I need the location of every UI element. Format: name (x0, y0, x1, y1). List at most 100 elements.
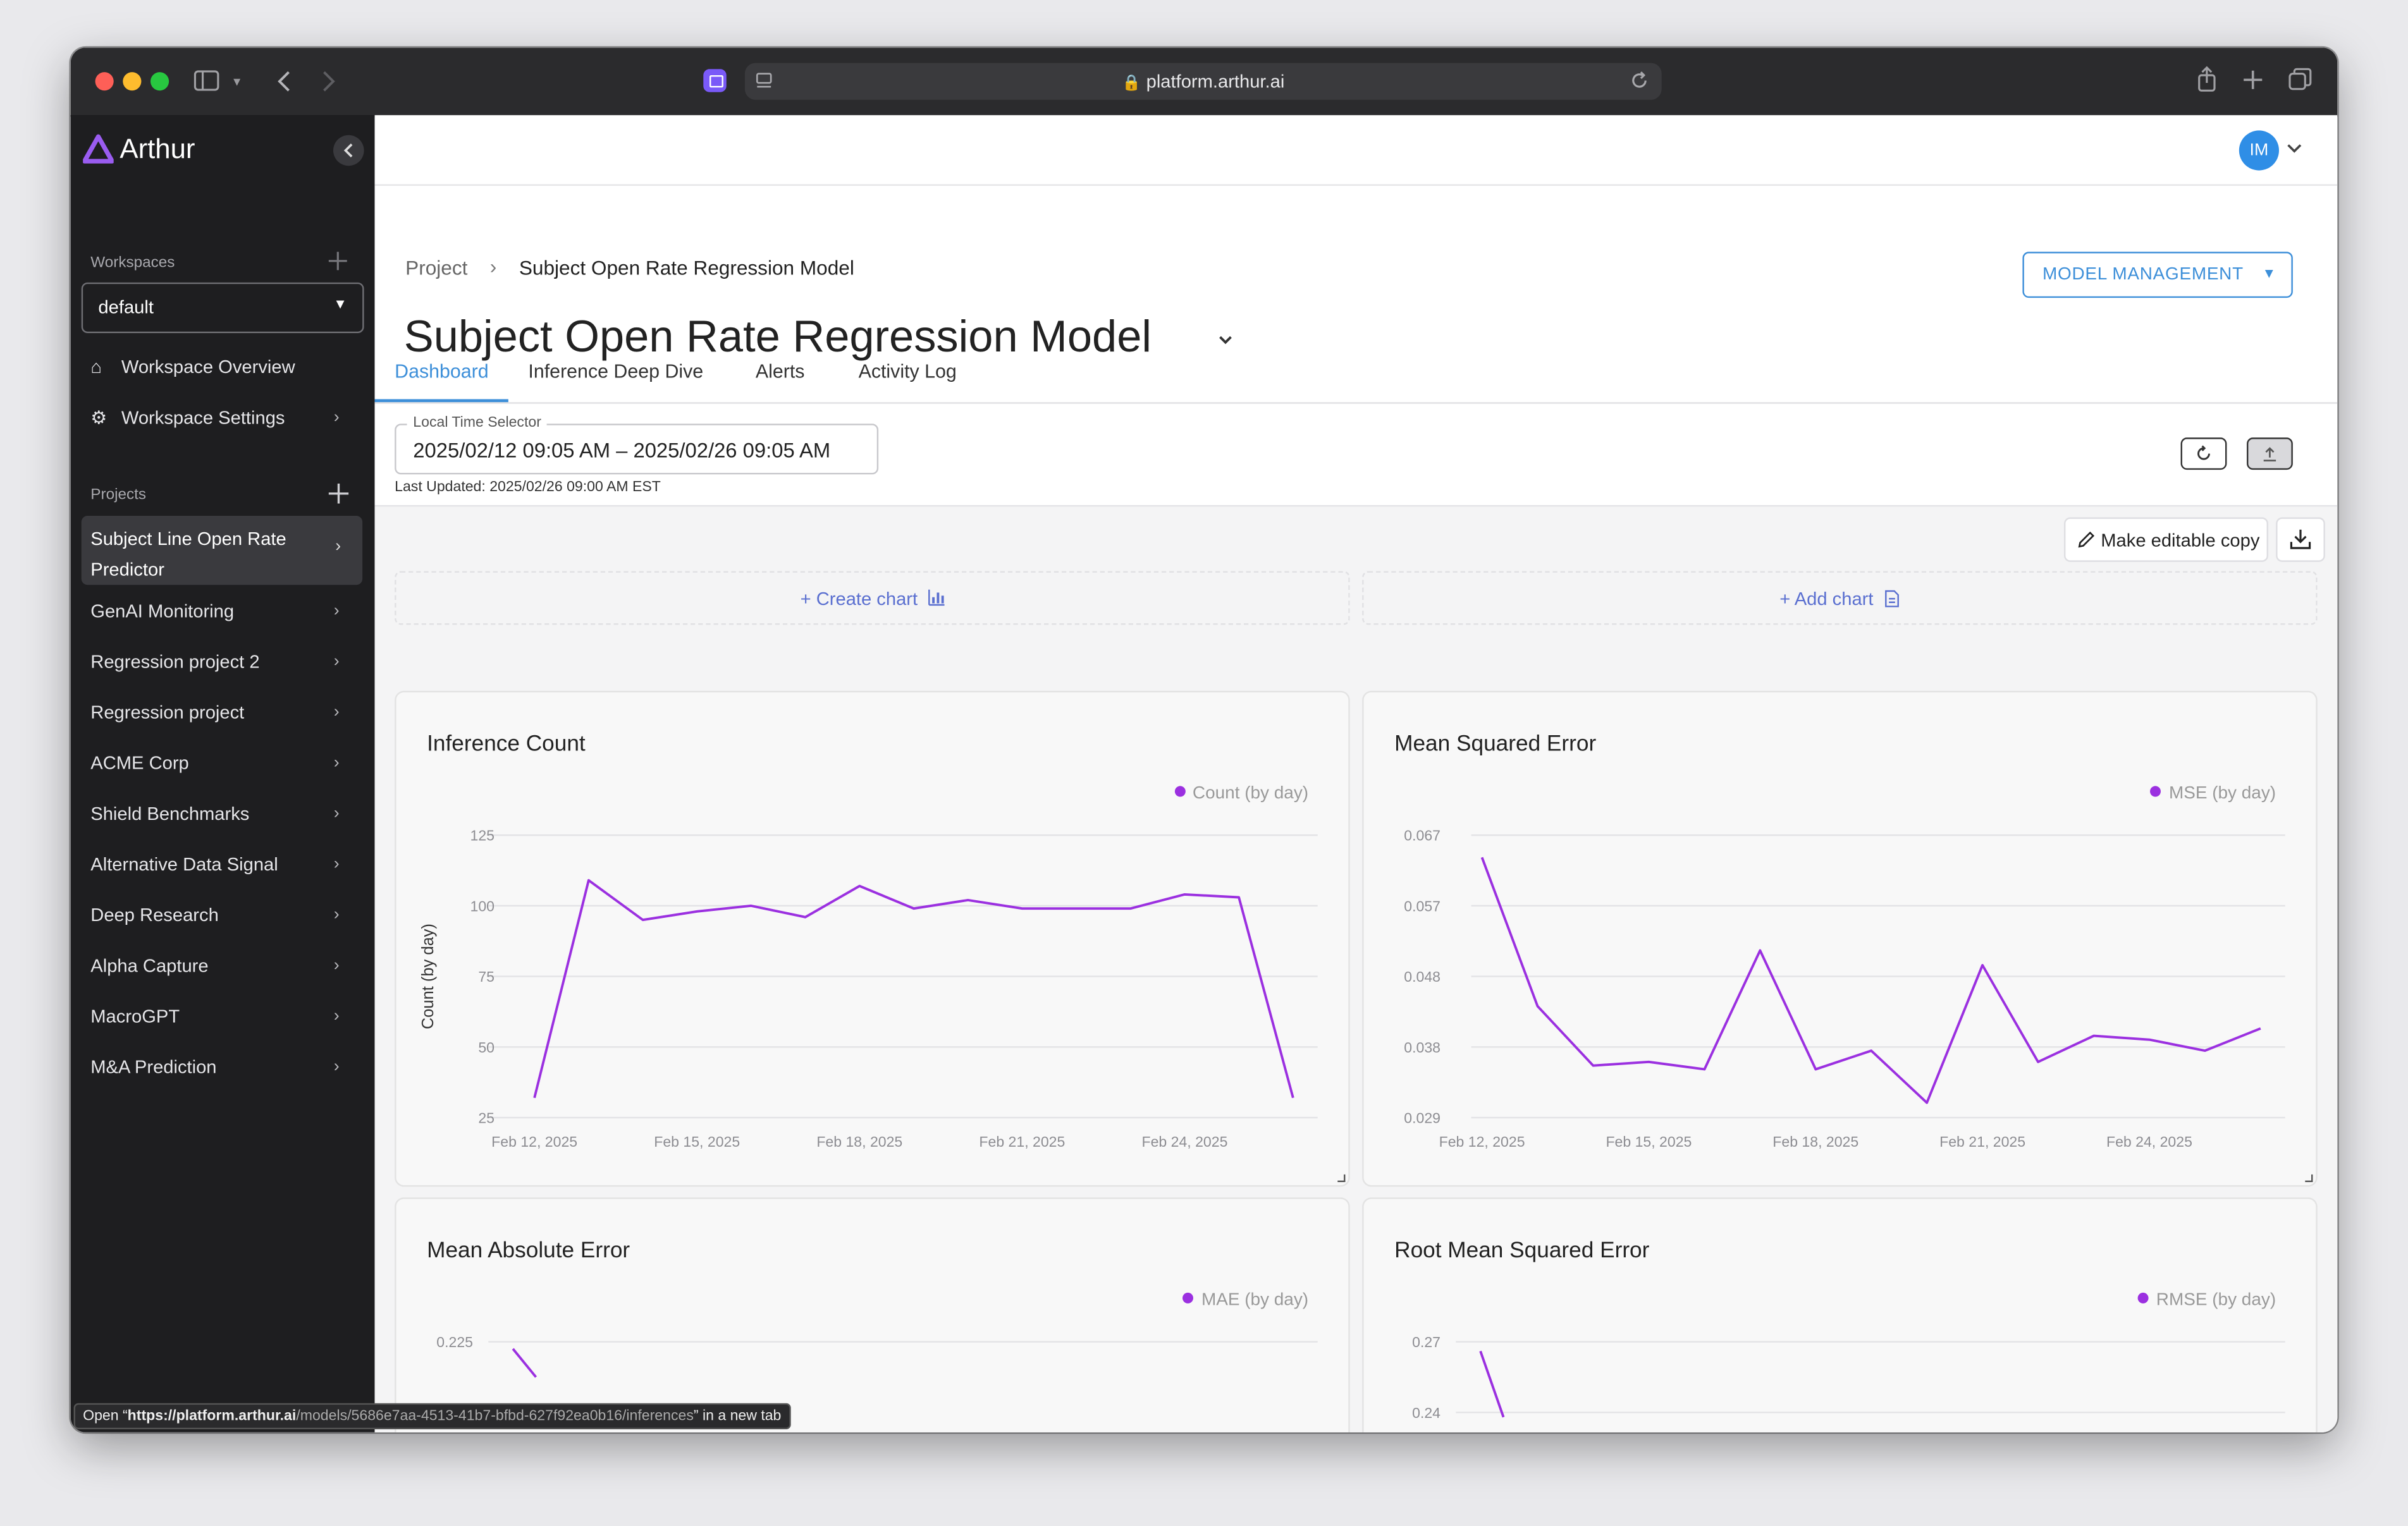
download-button[interactable] (2276, 517, 2325, 562)
lock-icon: 🔒 (1122, 75, 1141, 92)
model-management-label: MODEL MANAGEMENT (2042, 266, 2244, 284)
chevron-right-icon: › (333, 754, 340, 772)
chevron-right-icon: › (335, 537, 341, 556)
add-project-icon[interactable] (328, 483, 349, 504)
browser-toolbar: ▾ 🔒 platform.arthur.ai (70, 47, 2338, 117)
chart-svg[interactable]: 0.225 (396, 1199, 1349, 1432)
sidebar: Arthur Workspaces default ▼ ⌂ Workspace … (70, 115, 375, 1432)
resize-handle[interactable] (2305, 1174, 2313, 1182)
time-range-selector[interactable]: Local Time Selector 2025/02/12 09:05 AM … (395, 414, 879, 475)
sidebar-project-genai-monitoring[interactable]: GenAI Monitoring › (90, 591, 352, 631)
sidebar-item-label: Alpha Capture (90, 955, 209, 977)
projects-label: Projects (90, 486, 147, 504)
status-url-host: https://platform.arthur.ai (127, 1407, 297, 1425)
create-chart-label: + Create chart (800, 588, 918, 610)
collapse-sidebar-button[interactable] (333, 135, 364, 166)
add-chart-slot[interactable]: + Add chart (1362, 571, 2318, 625)
chart-svg[interactable]: 125 100 75 50 25 Feb 12, 2025 Feb 15, 2025 Feb … (396, 692, 1349, 1185)
chart-card-mean-squared-error: Mean Squared Error MSE (by day) 0.067 0.0… (1362, 690, 2318, 1187)
sidebar-project-regression-project-2[interactable]: Regression project 2 › (90, 642, 352, 681)
sidebar-item-label: MacroGPT (90, 1005, 180, 1027)
workspaces-label: Workspaces (90, 255, 175, 272)
minimize-window-button[interactable] (123, 72, 142, 91)
breadcrumb-root[interactable]: Project (405, 257, 467, 279)
y-tick-label: 25 (478, 1109, 494, 1126)
tab-alerts[interactable]: Alerts (756, 361, 805, 382)
y-tick-label: 0.048 (1404, 968, 1440, 985)
extension-icon[interactable] (703, 69, 727, 92)
address-bar[interactable]: 🔒 platform.arthur.ai (744, 63, 1662, 100)
tab-dashboard[interactable]: Dashboard (395, 361, 489, 382)
chart-svg[interactable]: 0.27 0.24 (1364, 1199, 2316, 1432)
y-axis-label: Count (by day) (419, 924, 437, 1029)
chevron-right-icon: › (333, 703, 340, 722)
sidebar-item-label: Shield Benchmarks (90, 803, 250, 825)
dashboard-area: Make editable copy + Create chart + Add … (374, 504, 2338, 1432)
sidebar-item-label: Deep Research (90, 904, 219, 926)
breadcrumb-current: Subject Open Rate Regression Model (519, 256, 854, 279)
status-url-path: /models/5686e7aa-4513-41b7-bfbd-627f92ea… (296, 1407, 694, 1425)
sidebar-project-macrogpt[interactable]: MacroGPT › (90, 996, 352, 1036)
sidebar-project-ma-prediction[interactable]: M&A Prediction › (90, 1047, 352, 1087)
sidebar-item-workspace-overview[interactable]: ⌂ Workspace Overview (90, 347, 352, 387)
sidebar-project-shield-benchmarks[interactable]: Shield Benchmarks › (90, 794, 352, 834)
sidebar-item-workspace-settings[interactable]: ⚙ Workspace Settings › (90, 398, 352, 437)
reload-icon[interactable] (1630, 71, 1650, 91)
sidebar-project-subject-line-open-rate-predictor[interactable]: Subject Line Open Rate Predictor › (81, 515, 363, 585)
sidebar-item-label: ACME Corp (90, 752, 189, 774)
tab-activity-log[interactable]: Activity Log (859, 361, 957, 382)
last-updated-text: Last Updated: 2025/02/26 09:00 AM EST (395, 479, 661, 496)
model-management-button[interactable]: MODEL MANAGEMENT ▼ (2022, 252, 2293, 298)
sidebar-item-label: Subject Line Open Rate Predictor (90, 528, 286, 580)
close-window-button[interactable] (95, 72, 114, 91)
workspace-select[interactable]: default ▼ (81, 282, 364, 333)
account-chevron-down-icon[interactable] (2287, 143, 2302, 155)
x-tick-label: Feb 21, 2025 (979, 1133, 1065, 1150)
chevron-down-icon[interactable]: ▾ (233, 71, 240, 92)
sidebar-project-acme-corp[interactable]: ACME Corp › (90, 743, 352, 783)
add-chart-button[interactable]: + Add chart (1364, 588, 2316, 609)
sidebar-toggle-icon[interactable] (194, 69, 219, 92)
zoom-window-button[interactable] (150, 72, 169, 91)
url-text: 🔒 platform.arthur.ai (745, 71, 1662, 92)
share-icon[interactable] (2196, 66, 2218, 94)
tab-inference-deep-dive[interactable]: Inference Deep Dive (528, 361, 703, 382)
sidebar-item-label: Workspace Overview (121, 356, 295, 378)
new-tab-icon[interactable] (2242, 69, 2264, 90)
chart-svg[interactable]: 0.067 0.057 0.048 0.038 0.029 Feb 12, 2025 Feb… (1364, 692, 2316, 1185)
resize-handle[interactable] (1337, 1174, 1346, 1182)
chevron-right-icon: › (333, 1007, 340, 1026)
chevron-left-icon (343, 143, 353, 158)
add-workspace-icon[interactable] (328, 252, 347, 271)
x-tick-label: Feb 24, 2025 (1142, 1133, 1228, 1150)
refresh-button[interactable] (2180, 437, 2227, 470)
sidebar-item-label: Regression project 2 (90, 650, 260, 673)
chevron-right-icon: › (333, 1058, 340, 1077)
y-tick-label: 0.067 (1404, 827, 1440, 844)
sidebar-project-deep-research[interactable]: Deep Research › (90, 895, 352, 935)
upload-icon (2263, 447, 2276, 461)
create-chart-button[interactable]: + Create chart (396, 588, 1349, 609)
sidebar-project-alternative-data-signal[interactable]: Alternative Data Signal › (90, 845, 352, 884)
chevron-right-icon: › (333, 855, 340, 874)
page-title: Subject Open Rate Regression Model (403, 313, 1152, 363)
title-chevron-down-icon[interactable] (1218, 334, 1233, 346)
home-icon: ⌂ (90, 356, 102, 378)
upload-button[interactable] (2246, 437, 2293, 470)
y-tick-label: 0.038 (1404, 1039, 1440, 1056)
create-chart-slot[interactable]: + Create chart (395, 571, 1350, 625)
make-editable-copy-label: Make editable copy (2101, 529, 2260, 551)
tab-overview-icon[interactable] (2288, 68, 2313, 92)
y-tick-label: 0.029 (1404, 1109, 1440, 1126)
series-line (1479, 1350, 1505, 1418)
back-icon[interactable] (276, 69, 292, 94)
sidebar-project-regression-project[interactable]: Regression project › (90, 692, 352, 732)
brand-name: Arthur (120, 133, 195, 164)
avatar[interactable]: IM (2239, 130, 2279, 171)
chart-card-inference-count: Inference Count Count (by day) 125 100 75 5… (395, 690, 1350, 1187)
sidebar-project-alpha-capture[interactable]: Alpha Capture › (90, 946, 352, 986)
chart-card-mean-absolute-error: Mean Absolute Error MAE (by day) 0.225 (395, 1197, 1350, 1432)
forward-icon[interactable] (321, 69, 336, 94)
make-editable-copy-button[interactable]: Make editable copy (2063, 517, 2268, 562)
y-tick-label: 100 (470, 898, 494, 914)
